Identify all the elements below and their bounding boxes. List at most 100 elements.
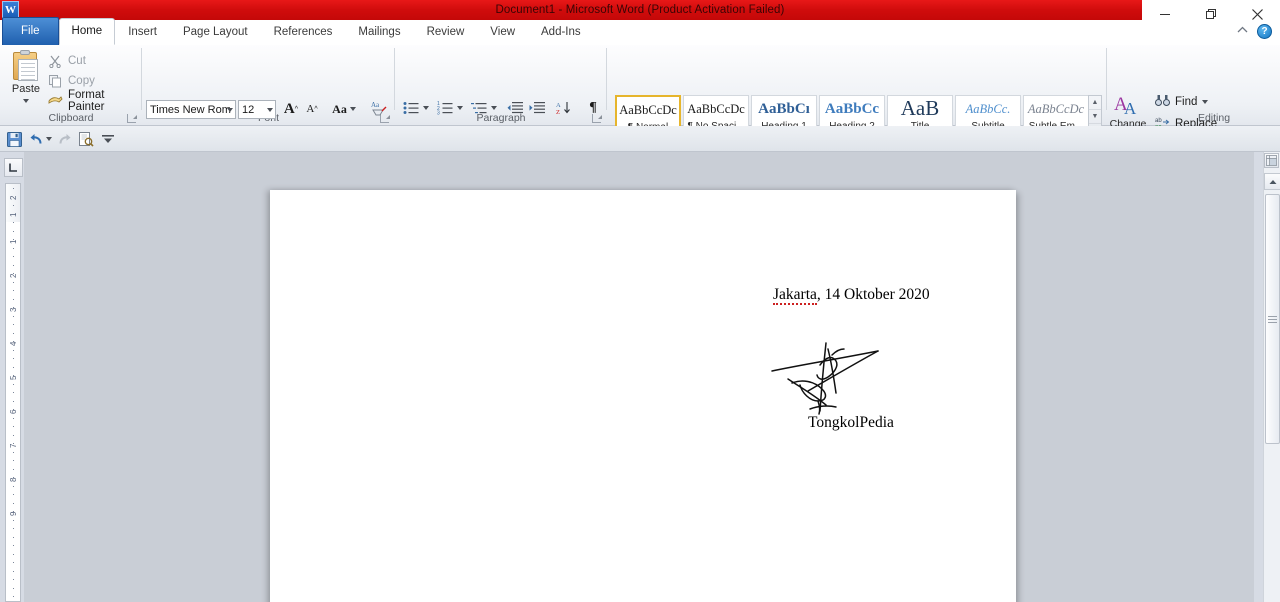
ruler-tick-vertical: 3: [9, 307, 18, 312]
copy-button[interactable]: Copy: [48, 71, 95, 91]
tab-page-layout[interactable]: Page Layout: [170, 19, 261, 45]
signature-image[interactable]: [770, 335, 892, 418]
ruler-dot-vertical: [13, 298, 14, 300]
ruler-dot-vertical: [13, 409, 14, 410]
paste-button[interactable]: Paste: [6, 48, 46, 106]
binoculars-icon: [1155, 94, 1170, 110]
scroll-up-button[interactable]: [1264, 173, 1280, 190]
numbering-button[interactable]: 123: [434, 97, 456, 119]
ribbon-tabs: File Home Insert Page Layout References …: [0, 17, 594, 45]
increase-indent-button[interactable]: [526, 97, 548, 119]
grow-font-button[interactable]: A ^: [280, 98, 302, 120]
vertical-scrollbar[interactable]: [1263, 152, 1280, 602]
document-date-line[interactable]: Jakarta, 14 Oktober 2020: [773, 286, 930, 305]
find-dropdown-icon[interactable]: [1202, 100, 1209, 104]
scrollbar-thumb[interactable]: [1265, 194, 1280, 444]
svg-text:3: 3: [437, 111, 440, 116]
ruler-dot-vertical: [13, 553, 14, 555]
tab-home[interactable]: Home: [58, 18, 116, 45]
ruler-dot-vertical: [13, 205, 14, 206]
bullets-button[interactable]: [400, 97, 422, 119]
scissors-icon: [48, 54, 63, 69]
vertical-ruler[interactable]: 21123456789: [5, 183, 21, 602]
tab-references[interactable]: References: [261, 19, 346, 45]
tab-mailings[interactable]: Mailings: [345, 19, 413, 45]
date-rest: , 14 Oktober 2020: [816, 286, 930, 303]
font-size-combobox[interactable]: 12: [238, 100, 276, 119]
tab-view[interactable]: View: [477, 19, 528, 45]
multilevel-list-dropdown-button[interactable]: [488, 97, 500, 119]
style-preview: AaBbCcDc: [1027, 102, 1085, 116]
undo-dropdown-icon[interactable]: [43, 130, 54, 148]
style-preview: AaB: [900, 99, 940, 117]
ruler-dot-vertical: [13, 349, 14, 351]
cut-label: Cut: [68, 55, 86, 67]
style-preview: AaBbCı: [758, 102, 810, 117]
ruler-dot-vertical: [13, 502, 14, 504]
tab-add-ins[interactable]: Add-Ins: [528, 19, 594, 45]
clear-formatting-button[interactable]: Aa: [368, 97, 390, 119]
format-painter-button[interactable]: Format Painter: [48, 89, 142, 113]
redo-icon[interactable]: [56, 130, 74, 148]
ruler-dot-vertical: [13, 579, 14, 580]
multilevel-list-button[interactable]: [468, 97, 490, 119]
style-preview: AaBbCcDc: [687, 102, 745, 116]
sort-button[interactable]: AZ: [552, 97, 574, 119]
tab-review[interactable]: Review: [414, 19, 478, 45]
ruler-dot-vertical: [13, 587, 14, 589]
save-icon[interactable]: [5, 130, 23, 148]
ruler-dot-vertical: [13, 315, 14, 317]
document-signer-name[interactable]: TongkolPedia: [808, 414, 894, 432]
word-app-logo-icon[interactable]: W: [2, 1, 19, 18]
collapse-ribbon-icon[interactable]: [1236, 25, 1249, 38]
styles-scroll-up-button[interactable]: ▲: [1089, 96, 1101, 110]
font-size-dropdown-icon[interactable]: [267, 108, 273, 112]
font-name-dropdown-icon[interactable]: [227, 108, 233, 112]
clipboard-dialog-launcher[interactable]: [127, 114, 137, 123]
ruler-dot-vertical: [13, 570, 14, 572]
tab-insert[interactable]: Insert: [115, 19, 170, 45]
ruler-dot-vertical: [13, 443, 14, 444]
ruler-dot-vertical: [13, 230, 14, 232]
ruler-dot-vertical: [13, 273, 14, 274]
handwritten-signature-icon: [771, 342, 879, 415]
decrease-indent-button[interactable]: [504, 97, 526, 119]
bullets-dropdown-button[interactable]: [420, 97, 432, 119]
show-formatting-marks-button[interactable]: ¶: [582, 97, 604, 119]
ruler-dot-vertical: [13, 451, 14, 453]
ruler-dot-vertical: [13, 188, 14, 189]
ruler-dot-vertical: [13, 375, 14, 376]
paste-dropdown-icon[interactable]: [23, 99, 29, 103]
svg-text:A: A: [1124, 99, 1137, 117]
ruler-dot-vertical: [13, 536, 14, 538]
left-tab-stop-icon: [9, 163, 17, 172]
cut-button[interactable]: Cut: [48, 51, 86, 71]
ruler-tick-vertical: 9: [9, 511, 18, 516]
tab-file[interactable]: File: [2, 17, 59, 45]
ruler-dot-vertical: [13, 256, 14, 257]
change-case-button[interactable]: Aa: [330, 98, 358, 120]
print-preview-icon[interactable]: [77, 130, 95, 148]
document-page[interactable]: Jakarta, 14 Oktober 2020 TongkolPedia: [270, 190, 1016, 602]
view-ruler-icon: [1266, 155, 1277, 166]
shrink-font-button[interactable]: A ^: [302, 98, 322, 120]
help-icon[interactable]: ?: [1257, 24, 1272, 39]
ruler-dot-vertical: [13, 460, 14, 461]
ruler-dot-vertical: [13, 324, 14, 325]
svg-text:A: A: [556, 102, 561, 109]
ruler-tick-vertical: 1: [9, 239, 18, 244]
document-canvas[interactable]: Jakarta, 14 Oktober 2020 TongkolPedia: [24, 152, 1254, 602]
ruler-dot-vertical: [13, 290, 14, 291]
font-name-value: Times New Rom: [150, 104, 231, 116]
misspelled-word: Jakarta: [773, 286, 817, 305]
numbering-dropdown-button[interactable]: [454, 97, 466, 119]
font-name-combobox[interactable]: Times New Rom: [146, 100, 236, 119]
styles-scroll-down-button[interactable]: ▼: [1089, 110, 1101, 124]
ruler-dot-vertical: [13, 426, 14, 427]
tab-stop-selector[interactable]: [4, 158, 23, 177]
ruler-dot-vertical: [13, 332, 14, 334]
find-button[interactable]: Find: [1155, 92, 1209, 112]
customize-qat-icon[interactable]: [99, 130, 117, 148]
ruler-dot-vertical: [13, 281, 14, 283]
view-ruler-button[interactable]: [1264, 153, 1279, 168]
